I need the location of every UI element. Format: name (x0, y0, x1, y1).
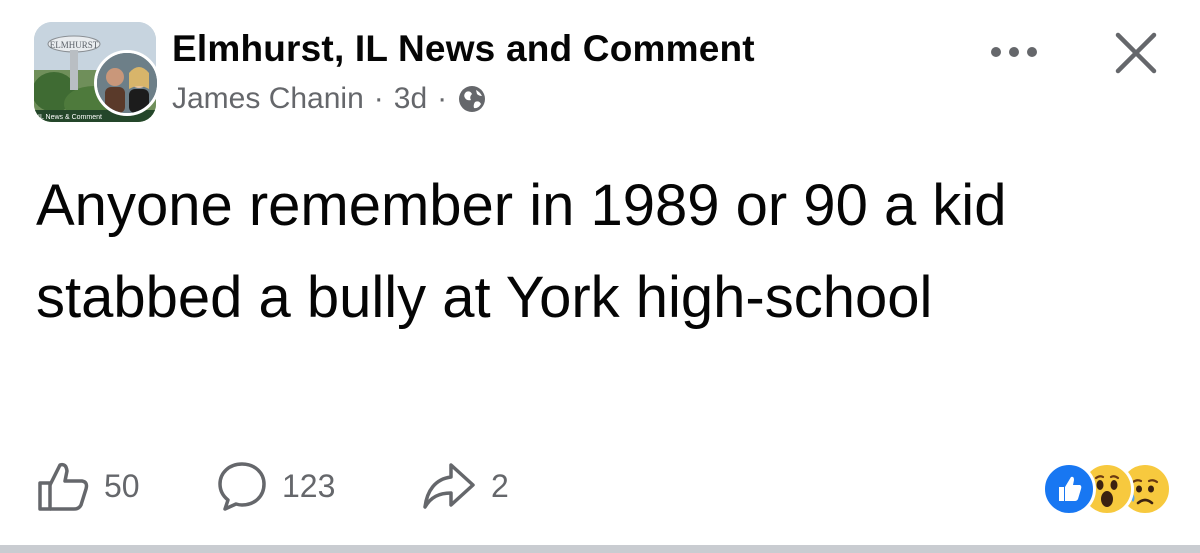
comment-count: 123 (282, 467, 336, 504)
author-avatar-image (97, 53, 157, 113)
group-avatar-top-text: ELMHURST (50, 40, 99, 50)
reactions-summary[interactable] (1042, 462, 1172, 516)
more-horizontal-icon (991, 47, 1037, 57)
group-avatar-bottom-text: IL News & Comment (38, 114, 102, 121)
comment-button[interactable]: 123 (216, 460, 421, 512)
close-icon (1115, 32, 1157, 74)
share-count: 2 (491, 467, 509, 504)
post-text: Anyone remember in 1989 or 90 a kid stab… (36, 173, 1007, 330)
close-button[interactable] (1108, 28, 1164, 78)
post-actions: 50 123 2 (36, 456, 541, 516)
author-name-link[interactable]: James Chanin (172, 82, 364, 116)
post-card: ELMHURST IL News & Comment Elmhurst, IL … (0, 0, 1200, 553)
author-avatar[interactable] (94, 50, 160, 116)
share-arrow-icon (423, 463, 475, 509)
thumbs-up-icon (38, 462, 89, 511)
post-timestamp[interactable]: 3d (394, 82, 427, 116)
divider (0, 545, 1200, 553)
like-count: 50 (104, 467, 140, 504)
post-meta: James Chanin · 3d · (172, 82, 487, 116)
comment-bubble-icon (218, 462, 266, 511)
group-name-link[interactable]: Elmhurst, IL News and Comment (172, 28, 755, 70)
globe-icon (457, 84, 487, 114)
meta-separator: · (437, 82, 448, 115)
meta-separator: · (373, 82, 384, 115)
more-options-button[interactable] (988, 34, 1040, 70)
like-button[interactable]: 50 (36, 459, 216, 513)
share-button[interactable]: 2 (421, 461, 541, 511)
like-reaction-icon (1042, 462, 1096, 516)
